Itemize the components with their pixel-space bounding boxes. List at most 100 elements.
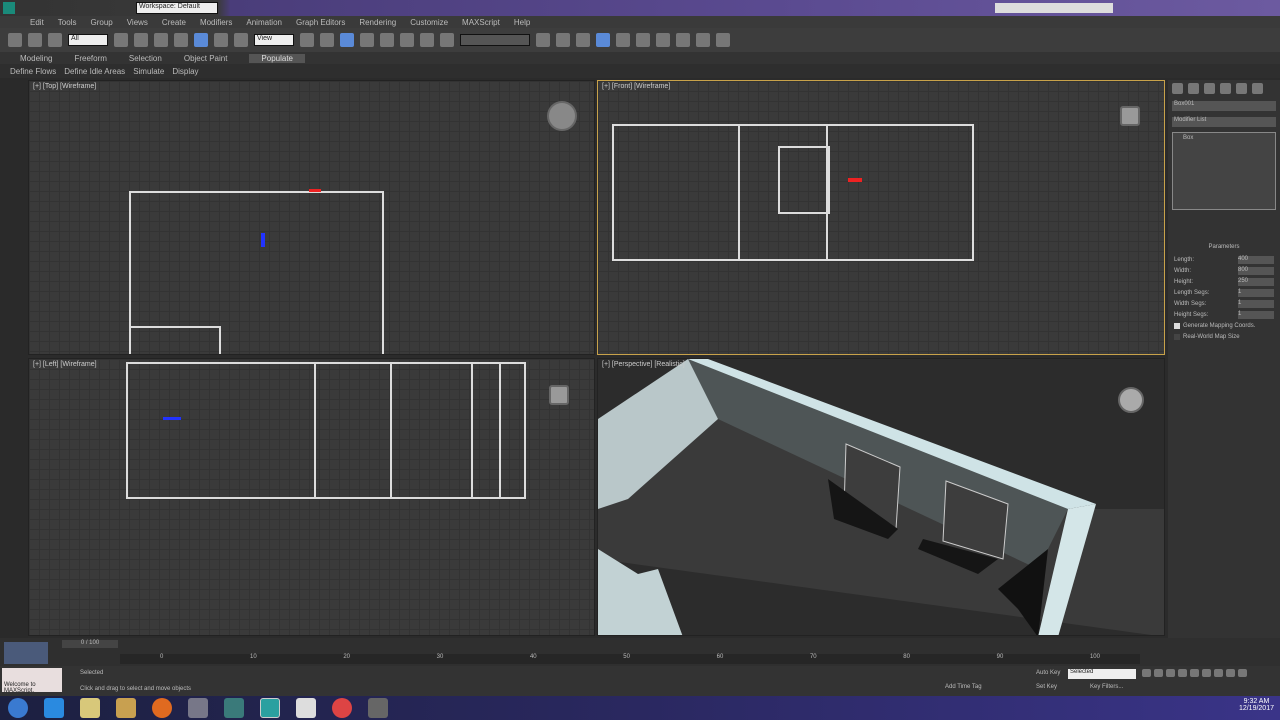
file-explorer-icon[interactable] [80, 698, 100, 718]
next-frame-icon[interactable] [1178, 669, 1187, 677]
viewport-left[interactable]: [+] [Left] [Wireframe] [28, 358, 595, 636]
viewport-perspective[interactable]: [+] [Perspective] [Realistic] [597, 358, 1165, 636]
maximize-viewport-icon[interactable] [1238, 669, 1247, 677]
move-icon[interactable] [194, 33, 208, 47]
percent-snap-icon[interactable] [400, 33, 414, 47]
track-bar[interactable]: 0 10 20 30 40 50 60 70 80 90 100 [120, 654, 1140, 664]
key-filters-button[interactable]: Key Filters... [1090, 684, 1123, 690]
render-setup-icon[interactable] [676, 33, 690, 47]
app-icon[interactable] [368, 698, 388, 718]
media-player-icon[interactable] [116, 698, 136, 718]
mirror-icon[interactable] [536, 33, 550, 47]
app-icon[interactable] [188, 698, 208, 718]
schematic-view-icon[interactable] [636, 33, 650, 47]
scale-icon[interactable] [234, 33, 248, 47]
viewport-top[interactable]: [+] [Top] [Wireframe] [28, 80, 595, 355]
link-icon[interactable] [8, 33, 22, 47]
viewport-label[interactable]: [+] [Top] [Wireframe] [33, 83, 96, 90]
keyboard-shortcut-icon[interactable] [340, 33, 354, 47]
tab-populate[interactable]: Populate [249, 53, 306, 63]
real-world-map-checkbox[interactable]: Real-World Map Size [1168, 331, 1280, 342]
menu-views[interactable]: Views [127, 18, 148, 27]
selection-filter-dropdown[interactable]: All [68, 34, 108, 46]
hierarchy-tab-icon[interactable] [1204, 83, 1215, 94]
workspace-dropdown[interactable]: Workspace: Default [136, 2, 218, 14]
set-key-button[interactable]: Set Key [1036, 684, 1057, 690]
angle-snap-icon[interactable] [380, 33, 394, 47]
viewport-label[interactable]: [+] [Left] [Wireframe] [33, 361, 97, 368]
height-segs-spinner[interactable]: 1 [1238, 310, 1274, 319]
pan-icon[interactable] [1214, 669, 1223, 677]
layer-icon[interactable] [576, 33, 590, 47]
viewcube-icon[interactable] [1120, 106, 1140, 126]
menu-edit[interactable]: Edit [30, 18, 44, 27]
snap-icon[interactable] [360, 33, 374, 47]
utilities-tab-icon[interactable] [1252, 83, 1263, 94]
menu-rendering[interactable]: Rendering [359, 18, 396, 27]
rollout-parameters[interactable]: Parameters [1168, 244, 1280, 254]
menu-tools[interactable]: Tools [58, 18, 77, 27]
width-segs-spinner[interactable]: 1 [1238, 299, 1274, 308]
firefox-icon[interactable] [152, 698, 172, 718]
align-icon[interactable] [556, 33, 570, 47]
go-to-end-icon[interactable] [1190, 669, 1199, 677]
menu-customize[interactable]: Customize [410, 18, 448, 27]
zoom-icon[interactable] [1202, 669, 1211, 677]
tab-modeling[interactable]: Modeling [20, 54, 52, 63]
key-selection-dropdown[interactable]: Selected [1068, 669, 1136, 679]
material-editor-icon[interactable] [656, 33, 670, 47]
internet-explorer-icon[interactable] [44, 698, 64, 718]
prev-frame-icon[interactable] [1154, 669, 1163, 677]
chrome-icon[interactable] [332, 698, 352, 718]
length-spinner[interactable]: 400 [1238, 255, 1274, 264]
simulate[interactable]: Simulate [133, 67, 164, 76]
viewport-front[interactable]: [+] [Front] [Wireframe] [597, 80, 1165, 355]
viewcube-icon[interactable] [547, 101, 577, 131]
create-tab-icon[interactable] [1172, 83, 1183, 94]
display[interactable]: Display [172, 67, 198, 76]
modify-tab-icon[interactable] [1188, 83, 1199, 94]
unlink-icon[interactable] [28, 33, 42, 47]
bind-spacewarp-icon[interactable] [48, 33, 62, 47]
height-spinner[interactable]: 250 [1238, 277, 1274, 286]
auto-key-button[interactable]: Auto Key [1036, 670, 1060, 676]
render-icon[interactable] [716, 33, 730, 47]
rect-selection-icon[interactable] [154, 33, 168, 47]
curve-editor-icon[interactable] [616, 33, 630, 47]
app-logo-icon[interactable] [3, 2, 15, 14]
define-flows[interactable]: Define Flows [10, 67, 56, 76]
viewcube-icon[interactable] [549, 385, 569, 405]
app-icon[interactable] [296, 698, 316, 718]
viewport-label[interactable]: [+] [Perspective] [Realistic] [602, 361, 685, 368]
menu-group[interactable]: Group [90, 18, 112, 27]
spinner-snap-icon[interactable] [420, 33, 434, 47]
3dsmax-icon[interactable] [260, 698, 280, 718]
width-spinner[interactable]: 800 [1238, 266, 1274, 275]
modifier-list-dropdown[interactable]: Modifier List [1172, 117, 1276, 127]
tab-freeform[interactable]: Freeform [74, 54, 106, 63]
display-tab-icon[interactable] [1236, 83, 1247, 94]
ribbon-toggle-icon[interactable] [596, 33, 610, 47]
start-button-icon[interactable] [8, 698, 28, 718]
named-selection-dropdown[interactable] [460, 34, 530, 46]
define-idle-areas[interactable]: Define Idle Areas [64, 67, 125, 76]
mini-listener-icon[interactable] [4, 642, 48, 664]
manipulate-icon[interactable] [320, 33, 334, 47]
stack-item-box[interactable]: Box [1183, 135, 1193, 141]
search-input[interactable] [995, 3, 1113, 13]
maxscript-listener[interactable]: Welcome to MAXScript. [2, 668, 62, 694]
play-icon[interactable] [1166, 669, 1175, 677]
window-crossing-icon[interactable] [174, 33, 188, 47]
time-slider[interactable]: 0 / 100 [62, 640, 118, 648]
select-object-icon[interactable] [114, 33, 128, 47]
length-segs-spinner[interactable]: 1 [1238, 288, 1274, 297]
clock[interactable]: 9:32 AM 12/19/2017 [1239, 698, 1274, 712]
menu-modifiers[interactable]: Modifiers [200, 18, 232, 27]
menu-maxscript[interactable]: MAXScript [462, 18, 500, 27]
ref-coord-dropdown[interactable]: View [254, 34, 294, 46]
viewcube-icon[interactable] [1118, 387, 1144, 413]
select-by-name-icon[interactable] [134, 33, 148, 47]
orbit-icon[interactable] [1226, 669, 1235, 677]
add-time-tag[interactable]: Add Time Tag [945, 684, 982, 690]
rotate-icon[interactable] [214, 33, 228, 47]
